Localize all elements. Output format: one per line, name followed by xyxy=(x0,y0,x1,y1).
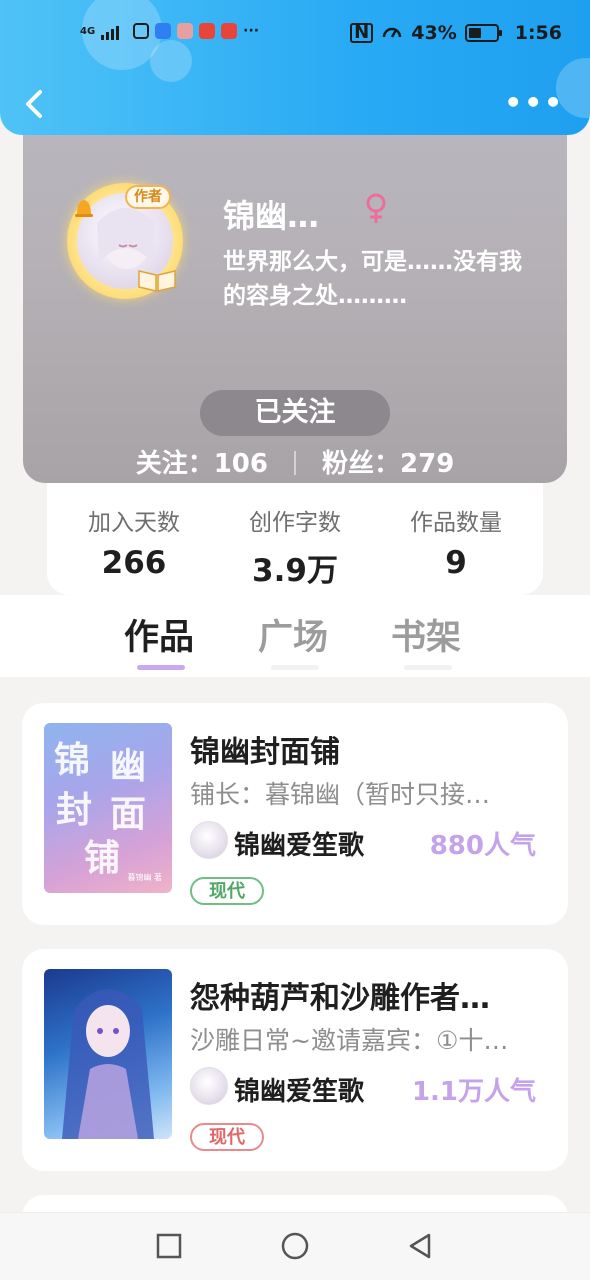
bell-icon xyxy=(75,200,93,217)
tab-works[interactable]: 作品 xyxy=(124,609,194,660)
stat-value: 9 xyxy=(445,545,467,581)
genre-tag[interactable]: 现代 xyxy=(190,877,264,905)
status-left: 4G ··· xyxy=(80,22,259,40)
book-description: 沙雕日常~邀请嘉宾：①十… xyxy=(190,1026,509,1055)
follow-button[interactable]: 已关注 xyxy=(200,390,390,436)
tab-indicator-active xyxy=(137,665,185,670)
avatar xyxy=(190,1067,228,1105)
nfc-icon: N xyxy=(350,23,374,43)
cloud-icon xyxy=(155,23,172,39)
cover-author: 暮锦幽 著 xyxy=(127,873,162,882)
fans-label: 粉丝： xyxy=(322,449,401,479)
more-options-button[interactable]: ••• xyxy=(504,89,564,117)
tab-bar: 作品 广场 书架 xyxy=(0,595,590,677)
signal-icon xyxy=(101,22,127,40)
stat-value: 3.9万 xyxy=(252,553,338,589)
following-label: 关注： xyxy=(135,449,214,479)
tab-indicator xyxy=(404,665,452,670)
box-icon xyxy=(177,23,194,39)
book-popularity: 1.1万人气 xyxy=(411,1077,536,1107)
triangle-back-icon[interactable] xyxy=(405,1231,435,1261)
stat-label: 加入天数 xyxy=(88,510,180,536)
author-bio: 世界那么大，可是……没有我的容身之处……… xyxy=(223,249,522,309)
stat-label: 作品数量 xyxy=(410,510,502,536)
book-card[interactable]: 锦 幽 封 面 铺 暮锦幽 著 锦幽封面铺 铺长：暮锦幽（暂时只接… 锦幽爱笙歌… xyxy=(22,703,568,925)
tab-bookshelf[interactable]: 书架 xyxy=(391,609,461,660)
book-author[interactable]: 锦幽爱笙歌 xyxy=(234,825,364,862)
divider xyxy=(294,451,296,475)
avatar xyxy=(190,821,228,859)
book-cover[interactable] xyxy=(44,969,172,1139)
book-title[interactable]: 锦幽封面铺 xyxy=(190,727,546,771)
follow-counts: 关注：106 粉丝：279 xyxy=(23,443,567,480)
book-author[interactable]: 锦幽爱笙歌 xyxy=(234,1071,364,1108)
following-count: 106 xyxy=(213,449,268,479)
book-icon xyxy=(138,270,176,292)
stat-value: 266 xyxy=(101,545,167,581)
back-button[interactable] xyxy=(18,84,54,124)
cover-illustration xyxy=(62,989,154,1139)
book-popularity: 880人气 xyxy=(429,831,536,861)
chevron-left-icon xyxy=(26,90,42,118)
status-bar: 4G ··· N 43% 1:56 xyxy=(0,18,590,54)
fans-count: 279 xyxy=(400,449,455,479)
tab-indicator xyxy=(271,665,319,670)
network-label: 4G xyxy=(80,25,96,37)
app-notification-icon xyxy=(133,23,150,39)
app-header: 4G ··· N 43% 1:56 ••• xyxy=(0,0,590,135)
book-title[interactable]: 怨种葫芦和沙雕作者… xyxy=(190,973,546,1017)
battery-percent: 43% xyxy=(411,22,457,44)
clock: 1:56 xyxy=(514,22,562,44)
tab-square[interactable]: 广场 xyxy=(258,609,328,660)
following-stat[interactable]: 关注：106 xyxy=(136,449,268,479)
stat-works-count: 作品数量 9 xyxy=(401,483,511,595)
book-cover[interactable]: 锦 幽 封 面 铺 暮锦幽 著 xyxy=(44,723,172,893)
author-avatar[interactable]: 作者 xyxy=(67,183,183,299)
status-right: N 43% 1:56 xyxy=(350,22,562,44)
genre-tag[interactable]: 现代 xyxy=(190,1123,264,1151)
stat-join-days: 加入天数 266 xyxy=(79,483,189,595)
author-stats: 加入天数 266 创作字数 3.9万 作品数量 9 xyxy=(47,483,543,595)
more-notifications: ··· xyxy=(243,23,260,39)
system-nav-bar xyxy=(0,1212,590,1280)
cover-text: 幽 xyxy=(110,746,147,787)
book-description: 铺长：暮锦幽（暂时只接… xyxy=(190,780,491,809)
stat-label: 创作字数 xyxy=(249,510,341,536)
author-nickname: 锦幽… xyxy=(223,197,320,235)
speed-icon xyxy=(383,27,402,38)
square-icon[interactable] xyxy=(154,1231,184,1261)
cover-text: 铺 xyxy=(84,838,121,879)
taobao-icon xyxy=(221,23,238,39)
taobao-icon xyxy=(199,23,216,39)
author-badge: 作者 xyxy=(125,185,171,209)
book-card[interactable]: 怨种葫芦和沙雕作者… 沙雕日常~邀请嘉宾：①十… 锦幽爱笙歌 1.1万人气 现代 xyxy=(22,949,568,1171)
battery-icon xyxy=(464,24,502,42)
cover-text: 封 xyxy=(56,790,93,831)
female-icon xyxy=(366,193,386,223)
profile-card: 作者 锦幽… 世界那么大，可是……没有我的容身之处……… 已关注 关注：106 粉… xyxy=(23,115,567,483)
fans-stat[interactable]: 粉丝：279 xyxy=(322,449,454,479)
stat-word-count: 创作字数 3.9万 xyxy=(240,483,350,595)
cover-text: 锦 xyxy=(54,740,91,781)
circle-icon[interactable] xyxy=(280,1231,310,1261)
